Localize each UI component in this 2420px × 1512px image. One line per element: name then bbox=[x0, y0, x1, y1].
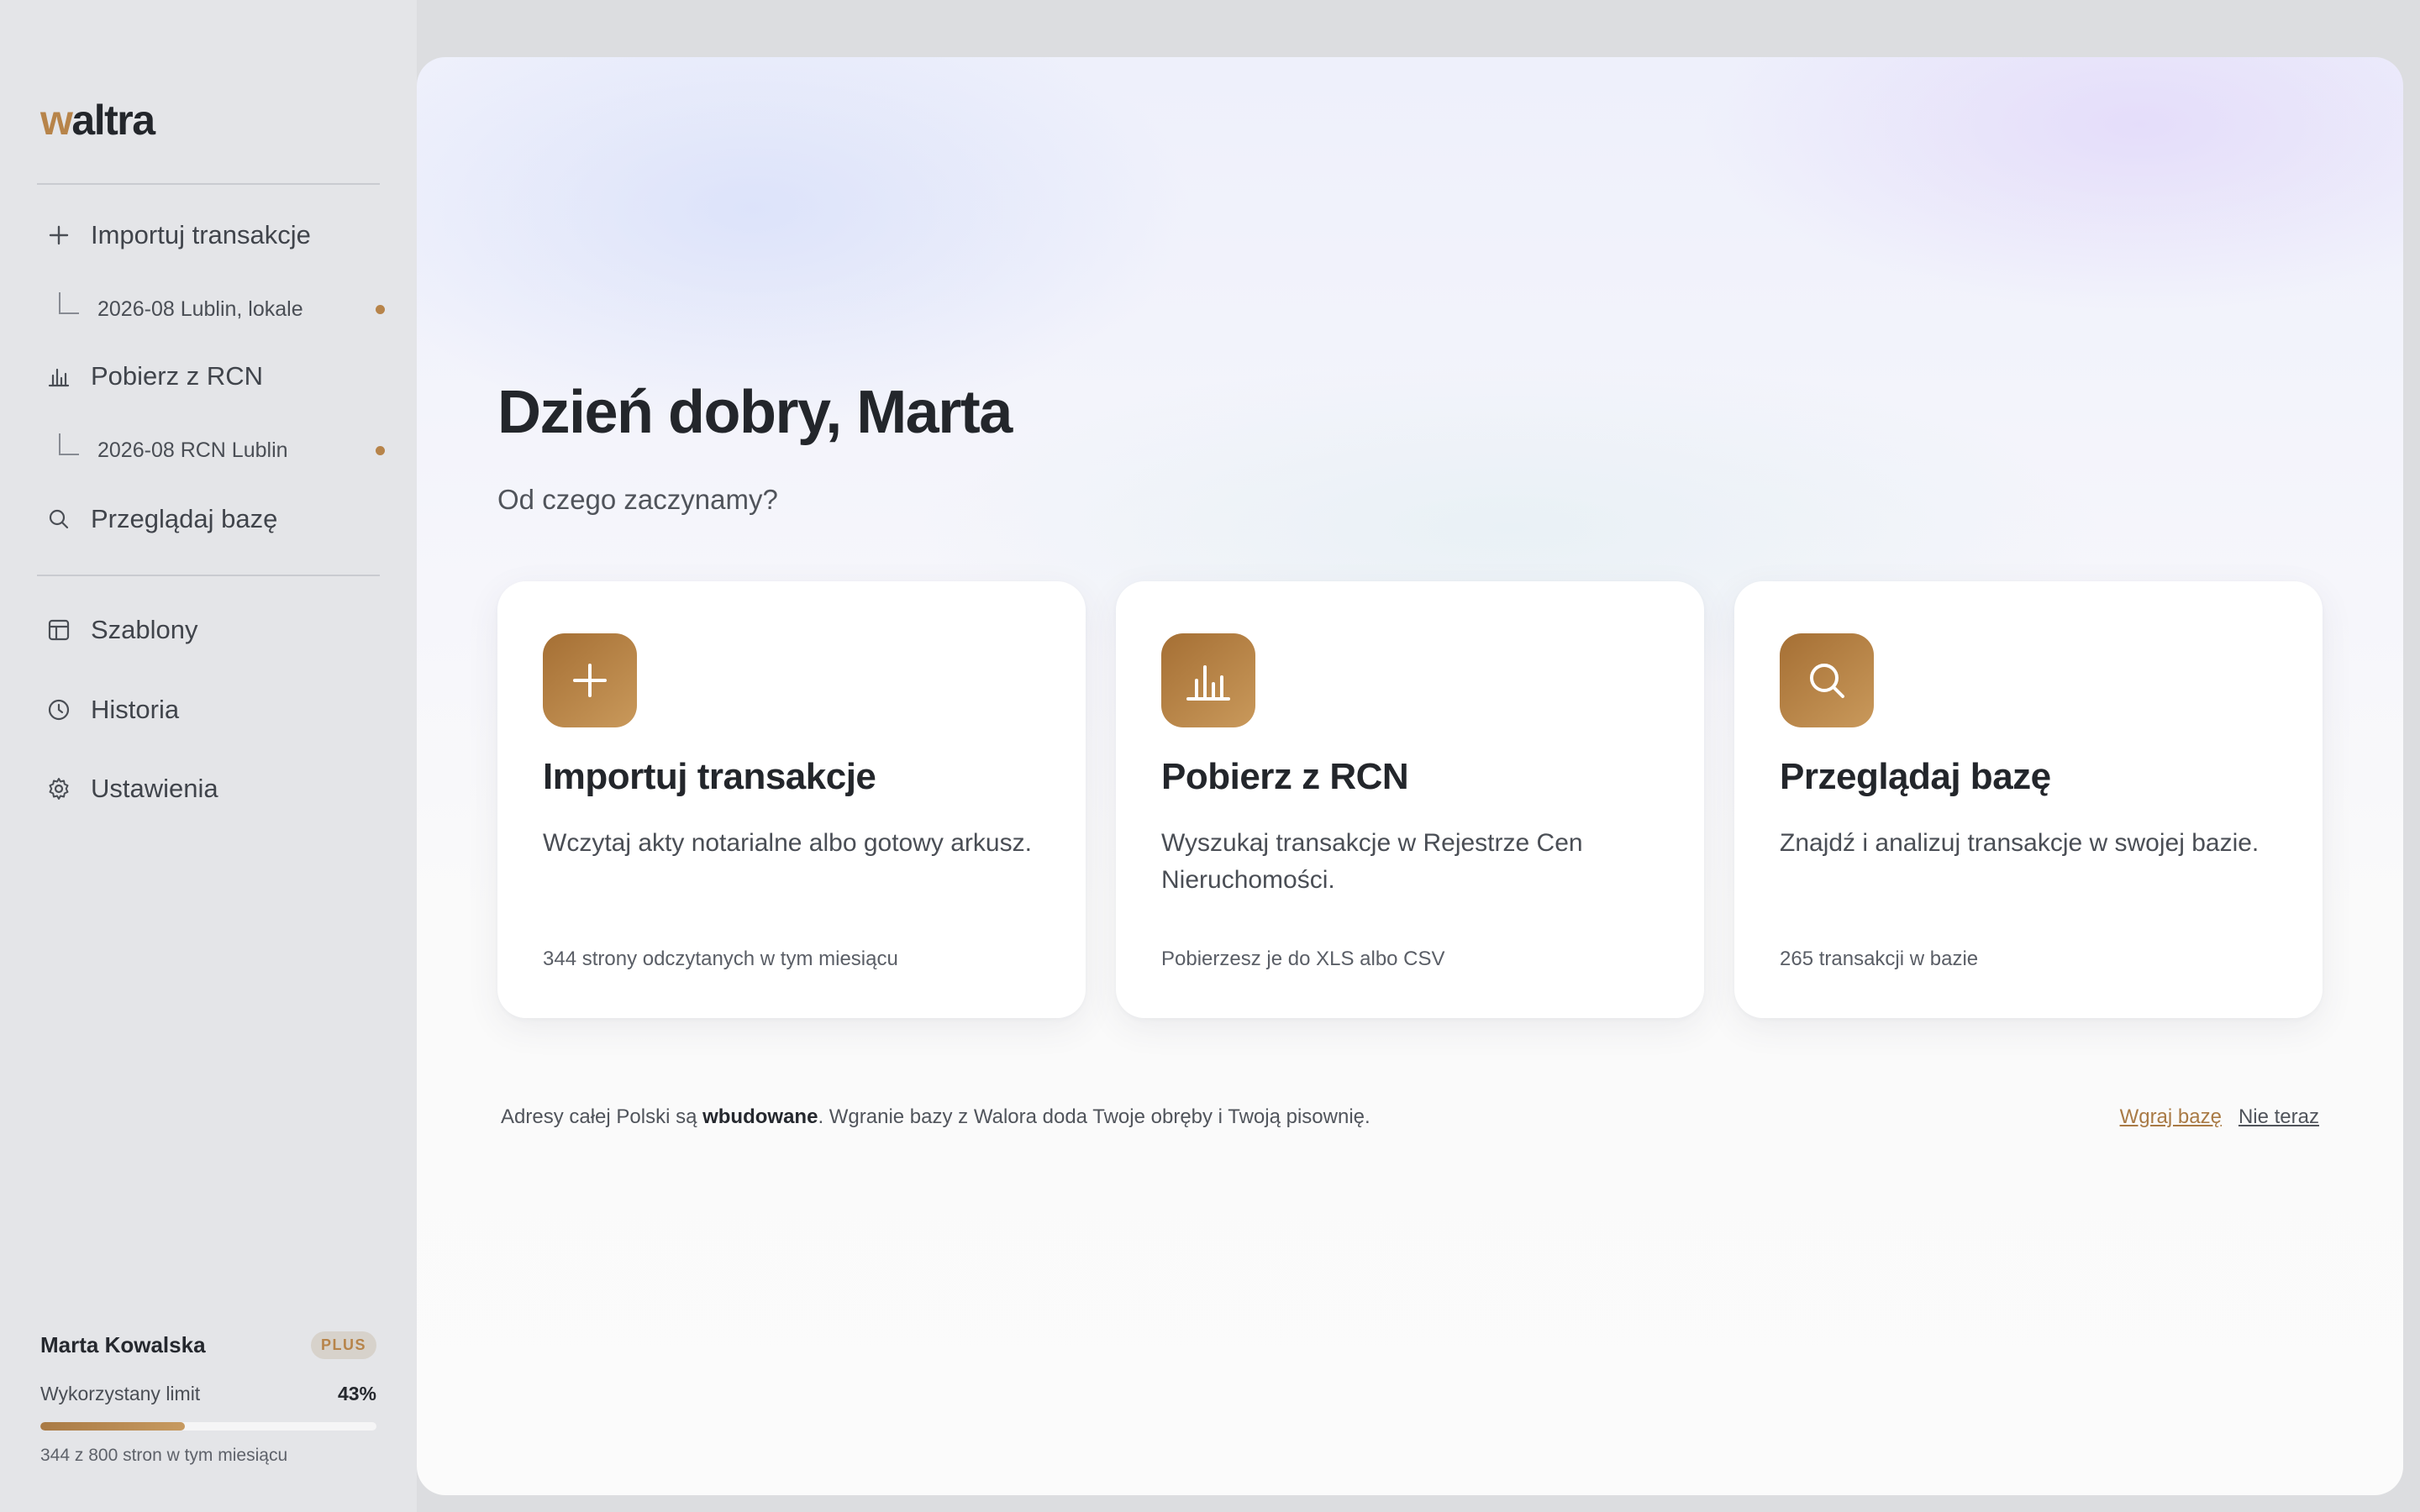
sidebar-divider bbox=[37, 183, 380, 185]
logo[interactable]: waltra bbox=[40, 96, 155, 144]
main-panel: Dzień dobry, Marta Od czego zaczynamy? I… bbox=[417, 57, 2403, 1495]
sidebar-subitem-rcn-lublin[interactable]: 2026-08 RCN Lublin bbox=[59, 428, 390, 472]
notice-actions: Wgraj bazę Nie teraz bbox=[2120, 1105, 2319, 1129]
sidebar-item-label: Importuj transakcje bbox=[91, 220, 311, 249]
sidebar-item-label: Szablony bbox=[91, 615, 198, 644]
sidebar-item-templates[interactable]: Szablony bbox=[37, 603, 381, 657]
plan-badge: PLUS bbox=[310, 1331, 376, 1359]
card-title: Importuj transakcje bbox=[543, 756, 876, 797]
card-description: Wyszukaj transakcje w Rejestrze Cen Nier… bbox=[1161, 829, 1583, 894]
plus-icon bbox=[42, 218, 76, 252]
search-icon bbox=[42, 502, 76, 536]
notice-text-bold: wbudowane bbox=[702, 1105, 818, 1128]
sidebar-divider bbox=[37, 575, 380, 576]
upload-database-link[interactable]: Wgraj bazę bbox=[2120, 1105, 2222, 1129]
limit-percent: 43% bbox=[337, 1383, 376, 1404]
sidebar-item-label: Przeglądaj bazę bbox=[91, 504, 278, 533]
sidebar-item-import[interactable]: Importuj transakcje bbox=[37, 208, 381, 262]
card-import[interactable]: Importuj transakcje Wczytaj akty notaria… bbox=[497, 581, 1086, 1018]
card-browse[interactable]: Przeglądaj bazę Znajdź i analizuj transa… bbox=[1734, 581, 2323, 1018]
logo-text: altra bbox=[71, 97, 155, 144]
logo-mark: w bbox=[40, 97, 73, 144]
sidebar-item-settings[interactable]: Ustawienia bbox=[37, 762, 381, 816]
sidebar-item-label: Ustawienia bbox=[91, 774, 218, 803]
limit-progress-fill bbox=[40, 1422, 185, 1431]
card-description: Wczytaj akty notarialne albo gotowy arku… bbox=[543, 829, 1032, 857]
card-footer: Pobierzesz je do XLS albo CSV bbox=[1161, 948, 1445, 970]
notice-text-before: Adresy całej Polski są bbox=[501, 1105, 703, 1128]
notice-text-after: . Wgranie bazy z Walora doda Twoje obręb… bbox=[818, 1105, 1370, 1128]
sidebar-subitem-label: 2026-08 Lublin, lokale bbox=[97, 297, 303, 321]
sidebar: waltra Importuj transakcje 2026-08 Lubli… bbox=[0, 0, 417, 1512]
card-title: Przeglądaj bazę bbox=[1780, 756, 2051, 797]
search-icon bbox=[1780, 633, 1874, 727]
import-notice: Adresy całej Polski są wbudowane. Wgrani… bbox=[501, 1105, 1370, 1129]
tree-elbow bbox=[59, 292, 79, 314]
bar-chart-icon bbox=[1161, 633, 1255, 727]
tree-elbow bbox=[59, 433, 79, 455]
gear-icon bbox=[42, 772, 76, 806]
status-dot bbox=[376, 445, 385, 455]
limit-label: Wykorzystany limit bbox=[40, 1383, 201, 1404]
card-description: Znajdź i analizuj transakcje w swojej ba… bbox=[1780, 829, 2260, 857]
sidebar-item-browse[interactable]: Przeglądaj bazę bbox=[37, 492, 381, 546]
not-now-link[interactable]: Nie teraz bbox=[2238, 1105, 2319, 1129]
card-footer: 344 strony odczytanych w tym miesiącu bbox=[543, 948, 898, 970]
sidebar-item-label: Historia bbox=[91, 695, 180, 724]
card-footer: 265 transakcji w bazie bbox=[1780, 948, 1979, 970]
user-name: Marta Kowalska bbox=[40, 1331, 206, 1357]
limit-note: 344 z 800 stron w tym miesiącu bbox=[40, 1446, 288, 1465]
sidebar-item-history[interactable]: Historia bbox=[37, 683, 381, 737]
page-title: Dzień dobry, Marta bbox=[497, 379, 1013, 446]
clock-icon bbox=[42, 693, 76, 727]
page-subtitle: Od czego zaczynamy? bbox=[497, 484, 778, 515]
sidebar-subitem-lublin-lokale[interactable]: 2026-08 Lublin, lokale bbox=[59, 287, 390, 331]
sidebar-item-rcn[interactable]: Pobierz z RCN bbox=[37, 349, 381, 403]
card-title: Pobierz z RCN bbox=[1161, 756, 1409, 797]
card-rcn[interactable]: Pobierz z RCN Wyszukaj transakcje w Reje… bbox=[1116, 581, 1704, 1018]
status-dot bbox=[376, 304, 385, 314]
sidebar-item-label: Pobierz z RCN bbox=[91, 361, 263, 391]
bar-chart-icon bbox=[42, 360, 76, 393]
user-panel: Marta Kowalska PLUS Wykorzystany limit 4… bbox=[40, 1324, 376, 1466]
sidebar-subitem-label: 2026-08 RCN Lublin bbox=[97, 438, 288, 462]
limit-progress-bar bbox=[40, 1422, 376, 1431]
template-icon bbox=[42, 613, 76, 647]
plus-icon bbox=[543, 633, 637, 727]
